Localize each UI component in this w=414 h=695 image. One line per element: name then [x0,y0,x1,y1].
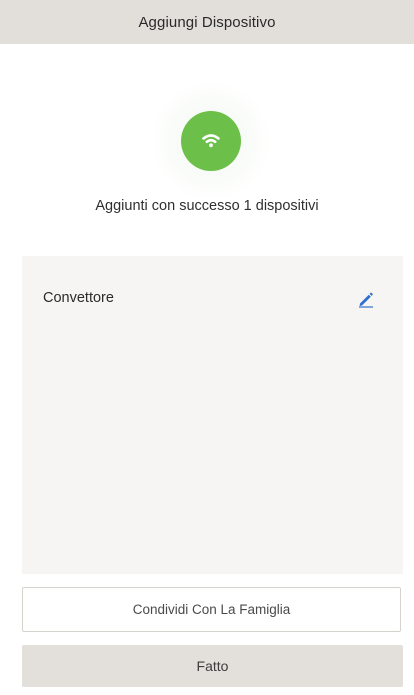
page-title: Aggiungi Dispositivo [138,13,276,31]
device-name: Convettore [43,290,114,306]
success-indicator [181,111,241,171]
pencil-edit-icon[interactable] [355,288,377,310]
success-message: Aggiunti con successo 1 dispositivi [95,198,319,214]
page-header: Aggiungi Dispositivo [0,0,414,44]
device-item: Convettore [22,284,403,314]
done-button[interactable]: Fatto [22,645,403,687]
wifi-icon [181,111,241,171]
share-with-family-button[interactable]: Condividi Con La Famiglia [22,587,401,632]
device-list: Convettore [22,256,403,574]
